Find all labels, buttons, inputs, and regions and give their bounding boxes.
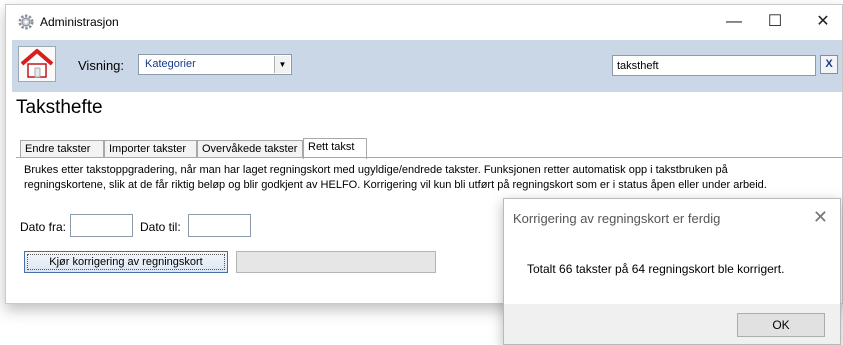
tab-overvakede-takster[interactable]: Overvåkede takster	[197, 140, 303, 158]
dialog-message: Totalt 66 takster på 64 regningskort ble…	[527, 262, 785, 276]
page-title: Taksthefte	[16, 97, 103, 118]
home-icon	[20, 49, 54, 78]
ok-button[interactable]: OK	[737, 313, 825, 337]
date-to-input[interactable]	[188, 214, 251, 237]
tab-importer-takster[interactable]: Importer takster	[104, 140, 197, 158]
view-label: Visning:	[78, 58, 125, 73]
gear-icon	[18, 14, 34, 30]
dialog-close-button[interactable]: ✕	[813, 207, 828, 228]
clear-search-button[interactable]: X	[820, 55, 838, 74]
tab-divider	[16, 157, 842, 158]
maximize-button[interactable]: ☐	[763, 11, 787, 33]
date-from-input[interactable]	[70, 214, 133, 237]
chevron-down-icon[interactable]: ▼	[274, 56, 290, 73]
completion-dialog: Korrigering av regningskort er ferdig ✕ …	[503, 198, 841, 345]
progress-bar	[236, 251, 436, 273]
home-button[interactable]	[18, 46, 56, 82]
minimize-button[interactable]: —	[722, 11, 746, 33]
tab-rett-takst[interactable]: Rett takst	[303, 138, 367, 159]
description-line-2: regningskortene, slik at de får riktig b…	[24, 179, 767, 191]
dialog-title: Korrigering av regningskort er ferdig	[513, 211, 721, 226]
description-line-1: Brukes etter takstoppgradering, når man …	[24, 164, 728, 176]
date-from-label: Dato fra:	[20, 220, 67, 234]
view-select[interactable]: Kategorier ▼	[138, 54, 292, 75]
date-to-label: Dato til:	[140, 220, 181, 234]
tab-endre-takster[interactable]: Endre takster	[20, 140, 104, 158]
window-title: Administrasjon	[40, 15, 119, 29]
title-bar: Administrasjon — ☐ ✕	[6, 5, 842, 39]
dialog-footer: OK	[504, 304, 840, 344]
description: Brukes etter takstoppgradering, når man …	[24, 163, 824, 193]
view-select-value: Kategorier	[145, 58, 196, 70]
search-input[interactable]	[612, 55, 816, 76]
toolbar: Visning: Kategorier ▼ X	[12, 40, 842, 92]
run-correction-button[interactable]: Kjør korrigering av regningskort	[24, 251, 228, 273]
focus-outline	[27, 254, 225, 270]
close-button[interactable]: ✕	[811, 11, 835, 33]
